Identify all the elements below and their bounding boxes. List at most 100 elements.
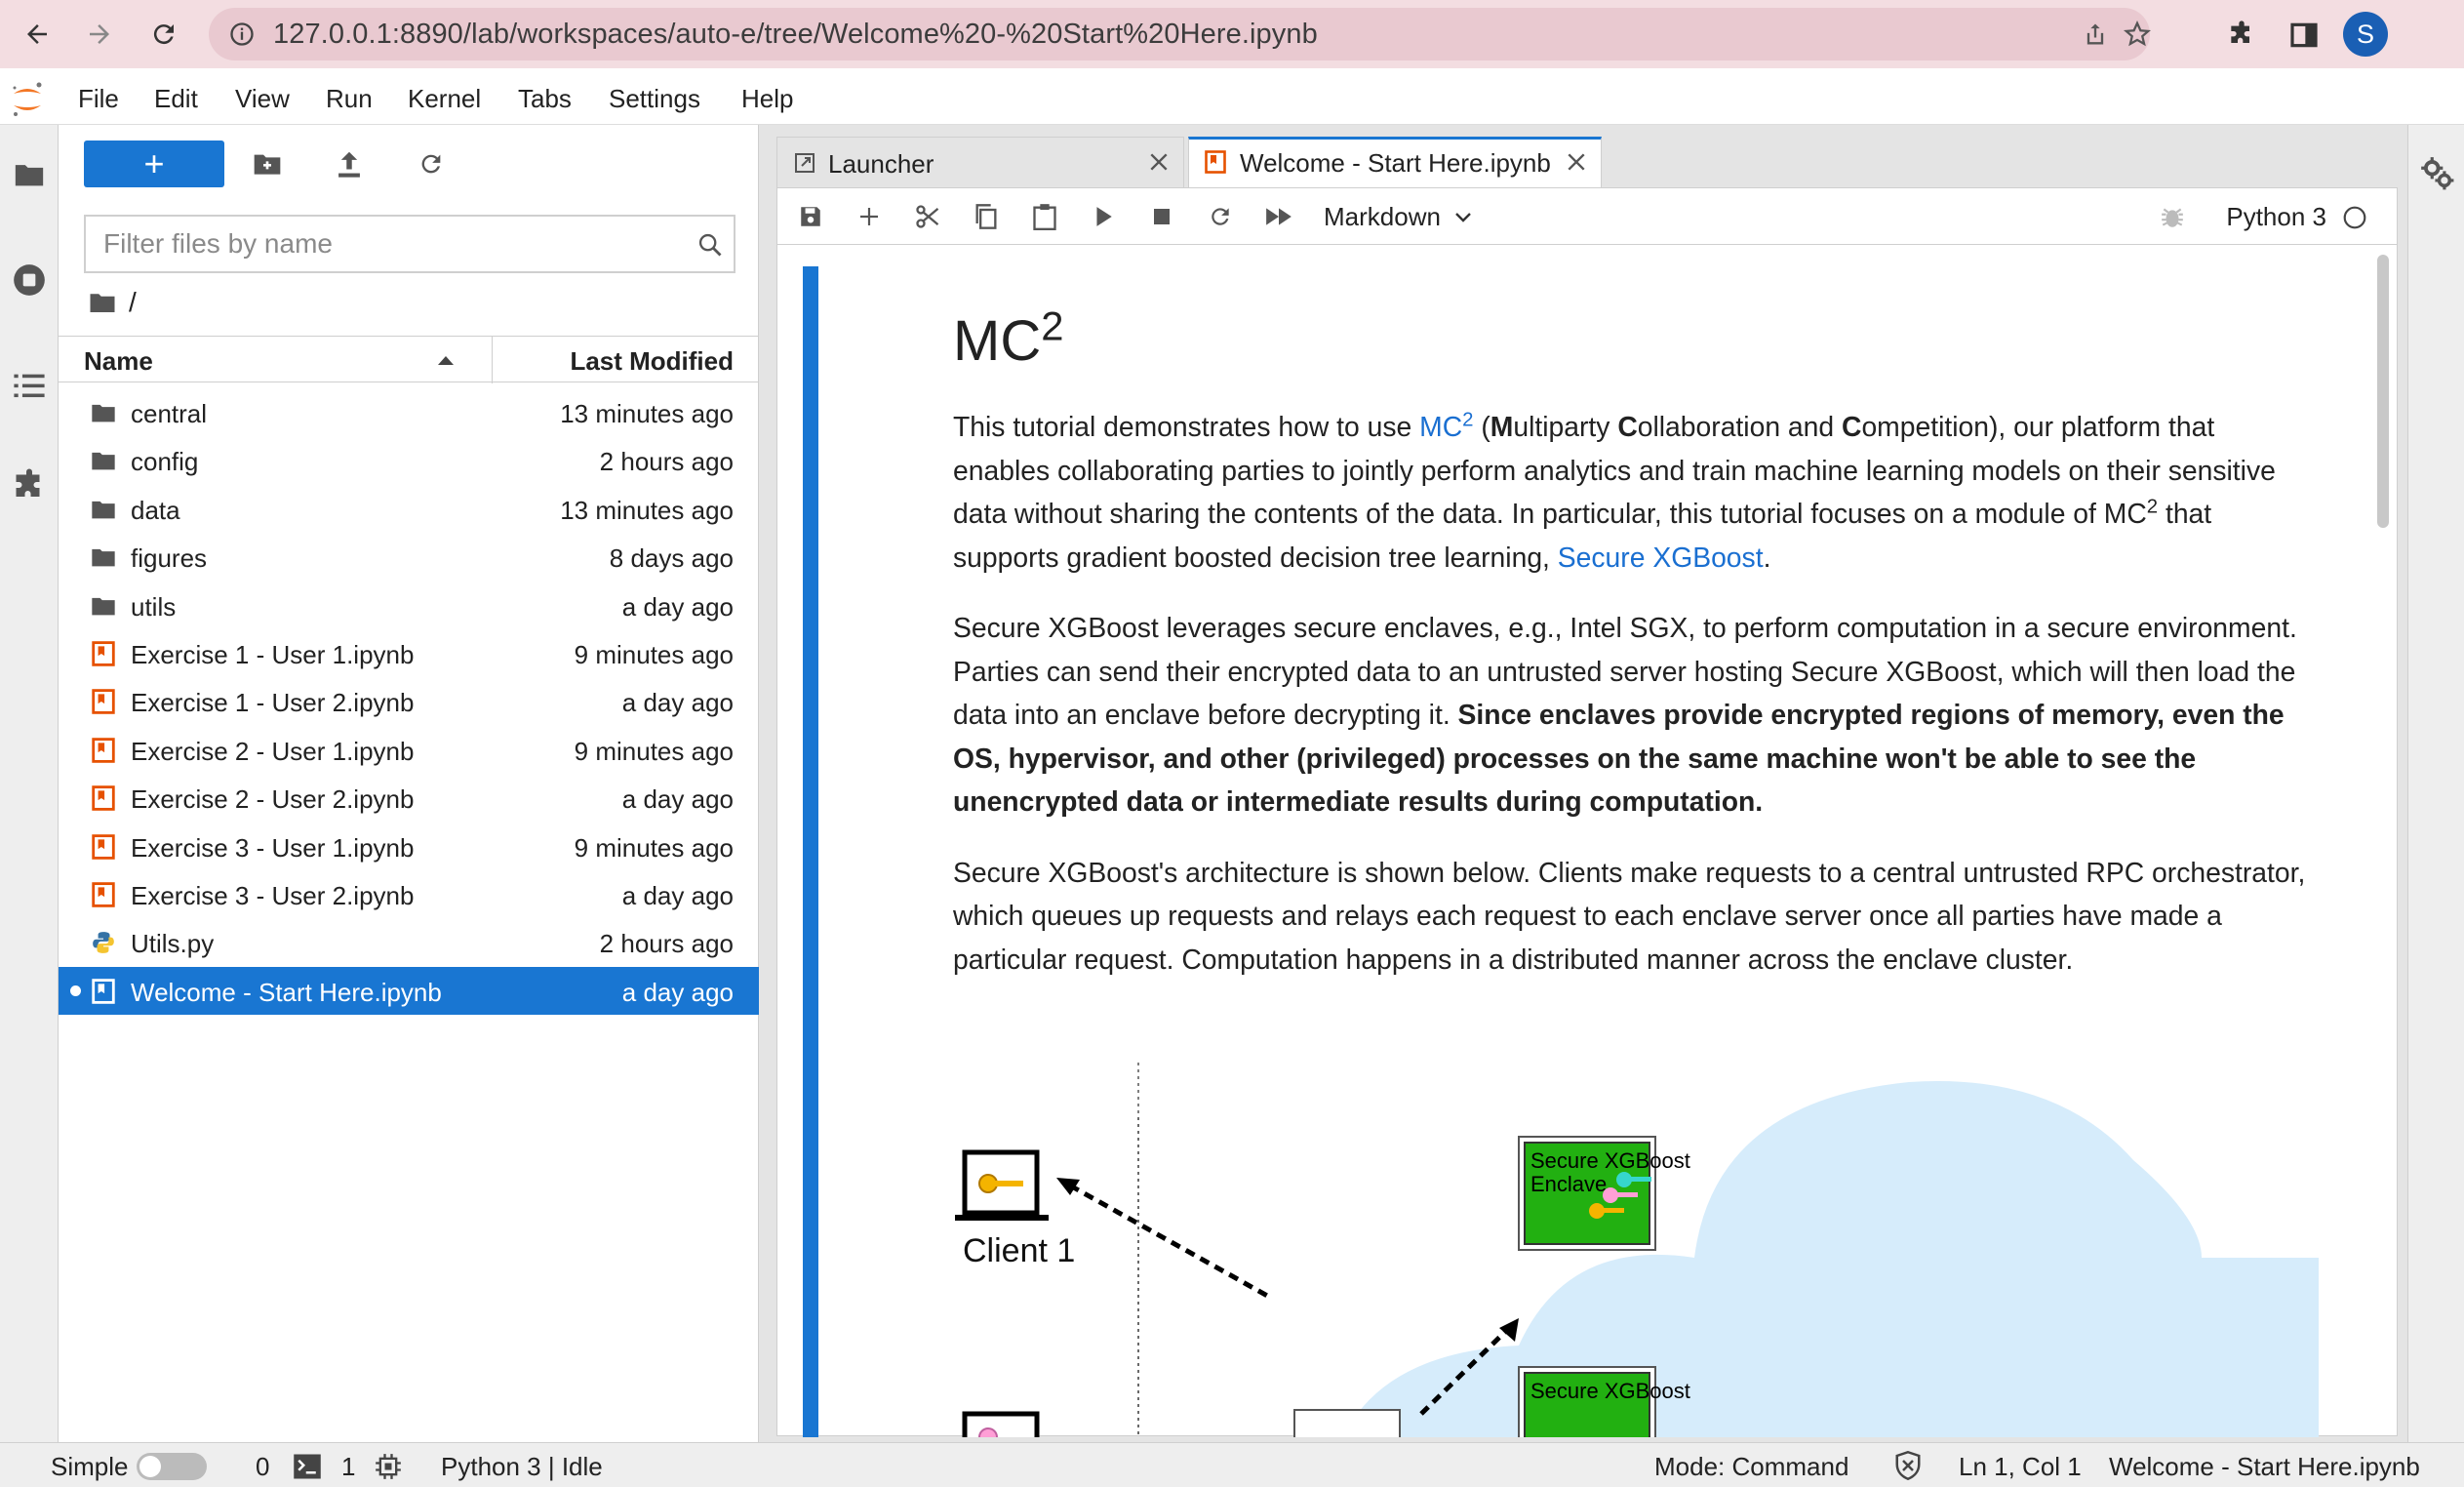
refresh-button[interactable] (412, 144, 451, 183)
column-modified-header[interactable]: Last Modified (570, 346, 734, 377)
client-2-laptop-icon (962, 1411, 1040, 1437)
file-row[interactable]: Exercise 3 - User 1.ipynb 9 minutes ago (59, 823, 759, 870)
save-button[interactable] (791, 197, 830, 236)
kernel-count[interactable]: 1 (341, 1452, 355, 1482)
extension-manager-tab[interactable] (5, 461, 54, 509)
file-modified: 8 days ago (609, 543, 734, 574)
sidepanel-icon[interactable] (2288, 20, 2320, 51)
trusted-shield-icon[interactable] (1894, 1451, 1922, 1480)
menu-kernel[interactable]: Kernel (408, 84, 481, 114)
file-name: Exercise 3 - User 1.ipynb (131, 832, 415, 863)
menu-file[interactable]: File (78, 84, 119, 114)
share-icon[interactable] (2082, 20, 2109, 48)
kernel-name[interactable]: Python 3 (2226, 202, 2326, 232)
mc2-link[interactable]: MC2 (1419, 410, 1473, 442)
menu-run[interactable]: Run (326, 84, 373, 114)
cursor-position[interactable]: Ln 1, Col 1 (1959, 1452, 2082, 1482)
panel-splitter[interactable] (759, 125, 773, 1442)
toc-tab[interactable] (5, 361, 54, 410)
file-row[interactable]: Utils.py 2 hours ago (59, 918, 759, 966)
close-icon[interactable] (1148, 151, 1170, 173)
upload-button[interactable] (330, 144, 369, 183)
copy-button[interactable] (967, 197, 1006, 236)
folder-icon[interactable] (88, 290, 117, 315)
breadcrumb-root[interactable]: / (129, 287, 137, 318)
file-browser-tab[interactable] (5, 150, 54, 199)
copy-icon (975, 204, 997, 229)
kernel-indicator[interactable]: Python 3 (2160, 202, 2367, 232)
back-button[interactable] (14, 11, 60, 58)
filter-input[interactable] (86, 217, 671, 271)
restart-button[interactable] (1201, 197, 1240, 236)
scrollbar-thumb[interactable] (2377, 255, 2389, 528)
file-row[interactable]: Exercise 2 - User 1.ipynb 9 minutes ago (59, 726, 759, 774)
file-name: Utils.py (131, 929, 215, 959)
address-bar[interactable]: 127.0.0.1:8890/lab/workspaces/auto-e/tre… (209, 8, 2152, 60)
file-row[interactable]: central 13 minutes ago (59, 388, 759, 436)
kernel-status[interactable]: Python 3 | Idle (441, 1452, 603, 1482)
profile-avatar[interactable]: S (2343, 12, 2388, 57)
insert-cell-button[interactable] (850, 197, 889, 236)
menu-edit[interactable]: Edit (154, 84, 198, 114)
reload-button[interactable] (140, 11, 187, 58)
file-row[interactable]: Exercise 3 - User 2.ipynb a day ago (59, 870, 759, 918)
running-tab[interactable] (5, 256, 54, 304)
menu-settings[interactable]: Settings (609, 84, 700, 114)
right-sidebar (2407, 125, 2464, 1442)
cell-type-select[interactable]: Markdown (1324, 202, 1472, 232)
list-icon (14, 374, 45, 398)
restart-icon (1212, 208, 1229, 225)
close-icon[interactable] (1566, 151, 1587, 173)
menubar: File Edit View Run Kernel Tabs Settings … (0, 72, 2464, 125)
file-row[interactable]: Exercise 2 - User 2.ipynb a day ago (59, 774, 759, 822)
forward-button[interactable] (76, 11, 123, 58)
new-launcher-button[interactable]: + (84, 141, 224, 187)
file-row[interactable]: utils a day ago (59, 582, 759, 629)
file-browser-panel: + / Name Last Modified central 13 minutes… (59, 125, 759, 1442)
active-document: Welcome - Start Here.ipynb (2109, 1452, 2420, 1481)
simple-mode-toggle[interactable] (137, 1453, 207, 1480)
file-modified: a day ago (621, 688, 734, 718)
new-folder-button[interactable] (248, 144, 287, 183)
client-1-label: Client 1 (963, 1232, 1075, 1269)
menu-help[interactable]: Help (741, 84, 793, 114)
run-button[interactable] (1084, 197, 1123, 236)
column-name-header[interactable]: Name (84, 346, 153, 377)
cpu-icon (376, 1454, 401, 1479)
tab-welcome-notebook[interactable]: Welcome - Start Here.ipynb (1188, 137, 1602, 187)
file-modified: 2 hours ago (599, 929, 734, 959)
stop-icon (1154, 209, 1170, 224)
kernel-status-circle-icon (2343, 206, 2366, 228)
file-row[interactable]: config 2 hours ago (59, 436, 759, 484)
refresh-icon (421, 154, 441, 174)
tab-launcher[interactable]: Launcher (776, 137, 1184, 187)
file-row[interactable]: Exercise 1 - User 1.ipynb 9 minutes ago (59, 629, 759, 677)
menu-view[interactable]: View (235, 84, 290, 114)
markdown-cell[interactable]: MC2 This tutorial demonstrates how to us… (953, 305, 2319, 1008)
terminal-count[interactable]: 0 (256, 1452, 269, 1482)
column-divider[interactable] (492, 337, 493, 383)
bug-icon[interactable] (2160, 205, 2185, 230)
secure-xgboost-link[interactable]: Secure XGBoost (1558, 542, 1764, 573)
search-icon (698, 233, 722, 257)
star-icon[interactable] (2123, 20, 2152, 49)
file-row[interactable]: Exercise 1 - User 2.ipynb a day ago (59, 677, 759, 725)
file-row[interactable]: figures 8 days ago (59, 533, 759, 581)
restart-run-all-button[interactable] (1259, 197, 1298, 236)
paste-button[interactable] (1025, 197, 1064, 236)
file-name: Exercise 1 - User 1.ipynb (131, 639, 415, 669)
file-name: config (131, 447, 199, 477)
file-row[interactable]: Welcome - Start Here.ipynb a day ago (59, 966, 759, 1016)
notebook-toolbar: Markdown Python 3 (777, 188, 2397, 245)
puzzle-icon (16, 468, 40, 497)
property-inspector-icon[interactable] (2418, 154, 2455, 191)
cut-button[interactable] (908, 197, 947, 236)
arrow-left-icon (27, 24, 47, 44)
cell-collapser[interactable] (803, 266, 818, 1437)
extensions-icon[interactable] (2226, 20, 2257, 51)
menu-tabs[interactable]: Tabs (518, 84, 572, 114)
file-row[interactable]: data 13 minutes ago (59, 485, 759, 533)
file-name: utils (131, 591, 177, 622)
interrupt-button[interactable] (1142, 197, 1181, 236)
enclave-2-title: Secure XGBoost (1530, 1379, 1690, 1403)
